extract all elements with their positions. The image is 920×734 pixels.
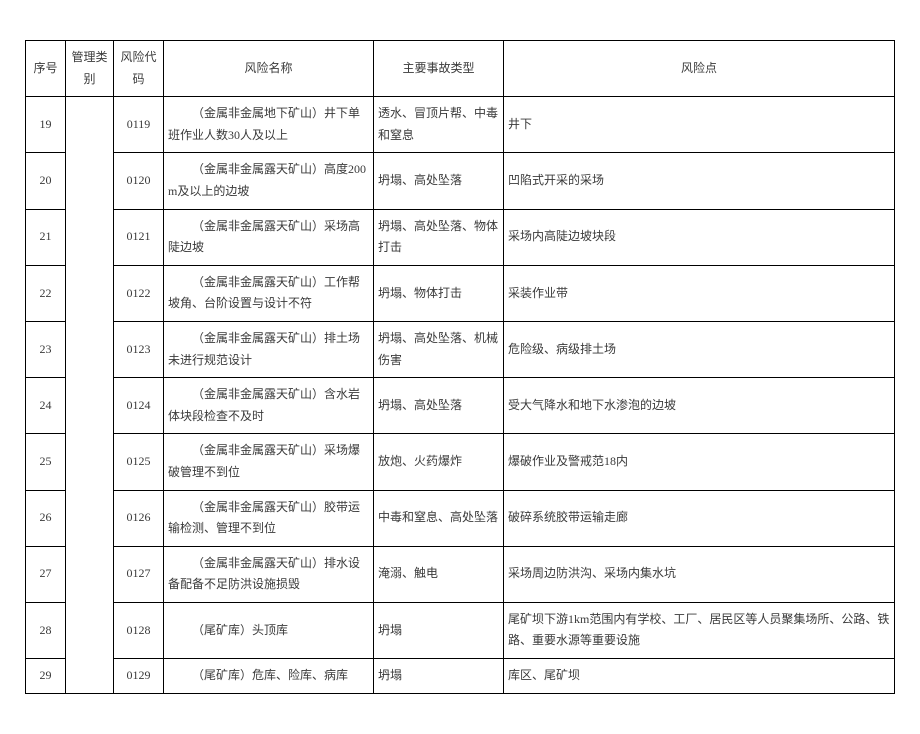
- cell-point: 受大气降水和地下水渗泡的边坡: [504, 378, 895, 434]
- cell-seq: 29: [26, 659, 66, 694]
- cell-point: 库区、尾矿坝: [504, 659, 895, 694]
- cell-seq: 24: [26, 378, 66, 434]
- cell-name: （金属非金属露天矿山）采场爆破管理不到位: [164, 434, 374, 490]
- table-header-row: 序号 管理类别 风险代码 风险名称 主要事故类型 风险点: [26, 41, 895, 97]
- cell-name: （金属非金属露天矿山）工作帮坡角、台阶设置与设计不符: [164, 265, 374, 321]
- cell-code: 0128: [114, 602, 164, 658]
- cell-point: 破碎系统胶带运输走廊: [504, 490, 895, 546]
- cell-point: 爆破作业及警戒范18内: [504, 434, 895, 490]
- table-row: 25 0125（金属非金属露天矿山）采场爆破管理不到位放炮、火药爆炸爆破作业及警戒…: [26, 434, 895, 490]
- col-category: 管理类别: [66, 41, 114, 97]
- table-row: 24 0124（金属非金属露天矿山）含水岩体块段检查不及时坍塌、高处坠落受大气降水…: [26, 378, 895, 434]
- cell-point: 凹陷式开采的采场: [504, 153, 895, 209]
- cell-name: （金属非金属露天矿山）排土场未进行规范设计: [164, 321, 374, 377]
- table-row: 27 0127（金属非金属露天矿山）排水设备配备不足防洪设施损毁淹溺、触电采场周边…: [26, 546, 895, 602]
- table-row: 19 0119（金属非金属地下矿山）井下单班作业人数30人及以上透水、冒顶片帮、中…: [26, 97, 895, 153]
- cell-seq: 26: [26, 490, 66, 546]
- table-row: 20 0120（金属非金属露天矿山）高度200m及以上的边坡坍塌、高处坠落凹陷式开…: [26, 153, 895, 209]
- cell-seq: 25: [26, 434, 66, 490]
- col-accident-type: 主要事故类型: [374, 41, 504, 97]
- cell-name: （金属非金属地下矿山）井下单班作业人数30人及以上: [164, 97, 374, 153]
- cell-accident-type: 透水、冒顶片帮、中毒和窒息: [374, 97, 504, 153]
- cell-code: 0120: [114, 153, 164, 209]
- cell-seq: 23: [26, 321, 66, 377]
- cell-code: 0123: [114, 321, 164, 377]
- col-code: 风险代码: [114, 41, 164, 97]
- table-row: 22 0122（金属非金属露天矿山）工作帮坡角、台阶设置与设计不符坍塌、物体打击采…: [26, 265, 895, 321]
- cell-name: （尾矿库）危库、险库、病库: [164, 659, 374, 694]
- cell-point: 井下: [504, 97, 895, 153]
- cell-point: 采场周边防洪沟、采场内集水坑: [504, 546, 895, 602]
- risk-table: 序号 管理类别 风险代码 风险名称 主要事故类型 风险点 190119（金属非金…: [25, 40, 895, 694]
- cell-code: 0127: [114, 546, 164, 602]
- cell-code: 0129: [114, 659, 164, 694]
- cell-code: 0122: [114, 265, 164, 321]
- cell-code: 0121: [114, 209, 164, 265]
- cell-name: （金属非金属露天矿山）含水岩体块段检查不及时: [164, 378, 374, 434]
- table-row: 28 0128（尾矿库）头顶库坍塌尾矿坝下游1km范围内有学校、工厂、居民区等人员…: [26, 602, 895, 658]
- table-row: 21 0121（金属非金属露天矿山）采场高陡边坡坍塌、高处坠落、物体打击采场内高陡…: [26, 209, 895, 265]
- cell-category: [66, 97, 114, 693]
- cell-name: （金属非金属露天矿山）采场高陡边坡: [164, 209, 374, 265]
- cell-code: 0124: [114, 378, 164, 434]
- col-seq: 序号: [26, 41, 66, 97]
- cell-point: 采场内高陡边坡块段: [504, 209, 895, 265]
- cell-name: （尾矿库）头顶库: [164, 602, 374, 658]
- cell-accident-type: 坍塌、高处坠落: [374, 378, 504, 434]
- cell-code: 0126: [114, 490, 164, 546]
- cell-accident-type: 坍塌、高处坠落、物体打击: [374, 209, 504, 265]
- cell-accident-type: 放炮、火药爆炸: [374, 434, 504, 490]
- cell-seq: 20: [26, 153, 66, 209]
- cell-code: 0119: [114, 97, 164, 153]
- cell-accident-type: 坍塌、高处坠落: [374, 153, 504, 209]
- cell-name: （金属非金属露天矿山）高度200m及以上的边坡: [164, 153, 374, 209]
- table-row: 29 0129（尾矿库）危库、险库、病库坍塌库区、尾矿坝: [26, 659, 895, 694]
- cell-accident-type: 坍塌: [374, 659, 504, 694]
- cell-accident-type: 淹溺、触电: [374, 546, 504, 602]
- table-row: 26 0126（金属非金属露天矿山）胶带运输检测、管理不到位中毒和窒息、高处坠落破…: [26, 490, 895, 546]
- col-name: 风险名称: [164, 41, 374, 97]
- cell-point: 尾矿坝下游1km范围内有学校、工厂、居民区等人员聚集场所、公路、铁路、重要水源等…: [504, 602, 895, 658]
- table-row: 23 0123（金属非金属露天矿山）排土场未进行规范设计坍塌、高处坠落、机械伤害危…: [26, 321, 895, 377]
- cell-seq: 27: [26, 546, 66, 602]
- cell-name: （金属非金属露天矿山）排水设备配备不足防洪设施损毁: [164, 546, 374, 602]
- cell-point: 危险级、病级排土场: [504, 321, 895, 377]
- col-point: 风险点: [504, 41, 895, 97]
- cell-name: （金属非金属露天矿山）胶带运输检测、管理不到位: [164, 490, 374, 546]
- cell-point: 采装作业带: [504, 265, 895, 321]
- cell-seq: 22: [26, 265, 66, 321]
- cell-accident-type: 坍塌: [374, 602, 504, 658]
- cell-seq: 28: [26, 602, 66, 658]
- cell-accident-type: 中毒和窒息、高处坠落: [374, 490, 504, 546]
- cell-accident-type: 坍塌、高处坠落、机械伤害: [374, 321, 504, 377]
- cell-code: 0125: [114, 434, 164, 490]
- cell-seq: 19: [26, 97, 66, 153]
- cell-accident-type: 坍塌、物体打击: [374, 265, 504, 321]
- cell-seq: 21: [26, 209, 66, 265]
